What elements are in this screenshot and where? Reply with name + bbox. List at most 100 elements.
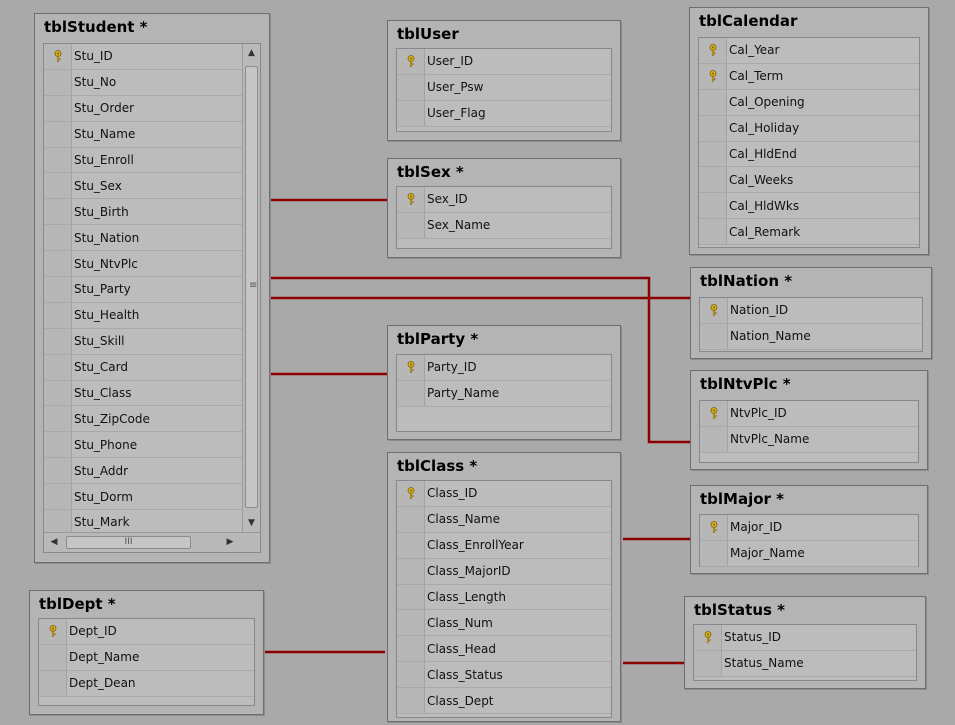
- scroll-down-icon[interactable]: ▼: [243, 514, 260, 532]
- scroll-right-icon[interactable]: ▶: [222, 533, 238, 552]
- row-selector[interactable]: [397, 558, 425, 584]
- column-row[interactable]: Stu_Enroll: [44, 147, 242, 174]
- column-row[interactable]: NtvPlc_ID: [700, 401, 918, 427]
- column-row[interactable]: Stu_ID: [44, 44, 242, 70]
- column-row[interactable]: NtvPlc_Name: [700, 426, 918, 453]
- row-selector[interactable]: [700, 323, 728, 349]
- column-row[interactable]: Dept_Name: [39, 644, 254, 671]
- row-selector[interactable]: [397, 49, 425, 74]
- row-selector[interactable]: [397, 662, 425, 688]
- column-row[interactable]: User_Flag: [397, 100, 611, 127]
- column-row[interactable]: Class_MajorID: [397, 558, 611, 585]
- row-selector[interactable]: [397, 481, 425, 506]
- table-ntvplc[interactable]: tblNtvPlc * NtvPlc_ID NtvPlc_Name: [690, 370, 928, 470]
- column-row[interactable]: Stu_Nation: [44, 225, 242, 252]
- scroll-left-icon[interactable]: ◀: [46, 533, 62, 552]
- row-selector[interactable]: [397, 506, 425, 532]
- row-selector[interactable]: [699, 167, 727, 193]
- column-row[interactable]: Nation_ID: [700, 298, 922, 324]
- column-row[interactable]: Stu_Phone: [44, 432, 242, 459]
- row-selector[interactable]: [699, 115, 727, 141]
- table-status[interactable]: tblStatus * Status_ID Status_Name: [684, 596, 926, 689]
- row-selector[interactable]: [397, 212, 425, 238]
- column-row[interactable]: Cal_HldEnd: [699, 141, 919, 168]
- table-class[interactable]: tblClass * Class_ID Class_Name Class_Enrol…: [387, 452, 621, 722]
- row-selector[interactable]: [44, 302, 72, 328]
- column-row[interactable]: Sex_Name: [397, 212, 611, 239]
- column-row[interactable]: Class_Length: [397, 584, 611, 611]
- column-row[interactable]: Sex_ID: [397, 187, 611, 213]
- table-calendar[interactable]: tblCalendar Cal_Year Cal_Term Cal_Opening C…: [689, 7, 929, 255]
- table-user[interactable]: tblUser User_ID User_Psw User_Flag: [387, 20, 621, 141]
- table-student[interactable]: tblStudent * Stu_ID Stu_No Stu_Order Stu_Na…: [34, 13, 270, 563]
- column-row[interactable]: User_ID: [397, 49, 611, 75]
- row-selector[interactable]: [44, 277, 72, 302]
- column-row[interactable]: Status_ID: [694, 625, 916, 651]
- row-selector[interactable]: [694, 625, 722, 650]
- column-row[interactable]: Stu_ZipCode: [44, 406, 242, 433]
- column-row[interactable]: Cal_Weeks: [699, 167, 919, 194]
- column-row[interactable]: Cal_Remark: [699, 219, 919, 246]
- column-row[interactable]: Cal_Opening: [699, 89, 919, 116]
- row-selector[interactable]: [699, 141, 727, 167]
- row-selector[interactable]: [699, 38, 727, 63]
- column-row[interactable]: Cal_Year: [699, 38, 919, 64]
- column-row[interactable]: Class_Head: [397, 636, 611, 663]
- column-row[interactable]: Dept_Dean: [39, 670, 254, 697]
- column-row[interactable]: Class_Num: [397, 610, 611, 637]
- row-selector[interactable]: [694, 650, 722, 676]
- column-row[interactable]: Stu_Card: [44, 354, 242, 381]
- column-row[interactable]: Cal_Term: [699, 63, 919, 90]
- row-selector[interactable]: [44, 69, 72, 95]
- table-nation[interactable]: tblNation * Nation_ID Nation_Name: [690, 267, 932, 359]
- column-row[interactable]: Stu_Party: [44, 277, 242, 303]
- row-selector[interactable]: [397, 532, 425, 558]
- column-row[interactable]: Dept_ID: [39, 619, 254, 645]
- column-row[interactable]: Major_ID: [700, 515, 918, 541]
- table-dept[interactable]: tblDept * Dept_ID Dept_Name Dept_Dean: [29, 590, 264, 715]
- row-selector[interactable]: [44, 380, 72, 406]
- column-row[interactable]: Cal_HldWks: [699, 193, 919, 220]
- column-row[interactable]: Party_Name: [397, 380, 611, 407]
- table-sex[interactable]: tblSex * Sex_ID Sex_Name: [387, 158, 621, 258]
- column-row[interactable]: Class_Dept: [397, 688, 611, 715]
- column-row[interactable]: Stu_Sex: [44, 173, 242, 200]
- row-selector[interactable]: [44, 406, 72, 432]
- column-row[interactable]: Nation_Name: [700, 323, 922, 350]
- row-selector[interactable]: [397, 100, 425, 126]
- row-selector[interactable]: [44, 44, 72, 69]
- horizontal-scrollbar[interactable]: ◀ III ▶: [44, 532, 260, 552]
- row-selector[interactable]: [700, 540, 728, 566]
- row-selector[interactable]: [397, 584, 425, 610]
- column-row[interactable]: Stu_No: [44, 69, 242, 96]
- row-selector[interactable]: [699, 219, 727, 245]
- column-row[interactable]: Class_ID: [397, 481, 611, 507]
- column-row[interactable]: Class_EnrollYear: [397, 532, 611, 559]
- scroll-thumb[interactable]: ≡: [245, 66, 258, 508]
- row-selector[interactable]: [700, 298, 728, 323]
- row-selector[interactable]: [397, 380, 425, 406]
- column-row[interactable]: Stu_Order: [44, 95, 242, 122]
- column-row[interactable]: Class_Status: [397, 662, 611, 689]
- row-selector[interactable]: [700, 515, 728, 540]
- row-selector[interactable]: [699, 89, 727, 115]
- column-row[interactable]: Stu_Class: [44, 380, 242, 407]
- row-selector[interactable]: [397, 74, 425, 100]
- column-row[interactable]: Stu_Dorm: [44, 484, 242, 511]
- row-selector[interactable]: [44, 484, 72, 510]
- row-selector[interactable]: [699, 193, 727, 219]
- scroll-thumb-horizontal[interactable]: III: [66, 536, 191, 549]
- row-selector[interactable]: [44, 147, 72, 173]
- row-selector[interactable]: [700, 401, 728, 426]
- column-row[interactable]: User_Psw: [397, 74, 611, 101]
- row-selector[interactable]: [699, 63, 727, 89]
- column-row[interactable]: Stu_Addr: [44, 458, 242, 485]
- row-selector[interactable]: [44, 354, 72, 380]
- column-row[interactable]: Class_Name: [397, 506, 611, 533]
- vertical-scrollbar[interactable]: ▲ ≡ ▼: [242, 44, 260, 532]
- column-row[interactable]: Stu_Birth: [44, 199, 242, 226]
- row-selector[interactable]: [44, 251, 72, 277]
- column-row[interactable]: Party_ID: [397, 355, 611, 381]
- row-selector[interactable]: [44, 328, 72, 354]
- row-selector[interactable]: [39, 670, 67, 696]
